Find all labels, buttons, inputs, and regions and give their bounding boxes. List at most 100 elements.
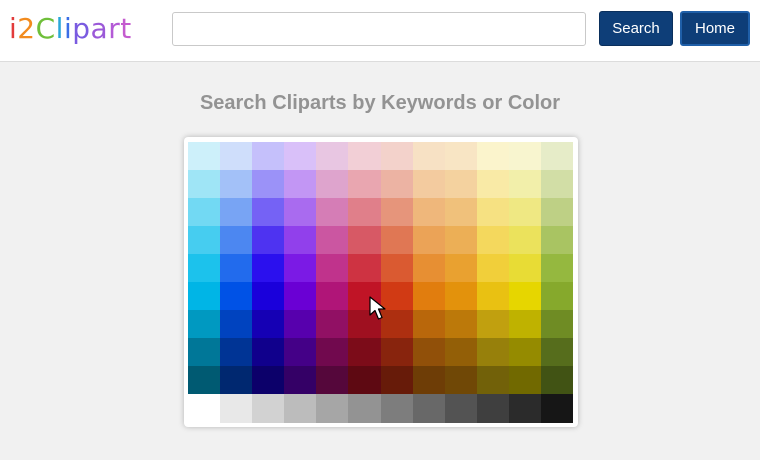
color-swatch[interactable]	[316, 142, 349, 171]
color-swatch[interactable]	[412, 282, 446, 311]
color-swatch[interactable]	[220, 310, 253, 339]
color-swatch[interactable]	[348, 366, 381, 395]
color-swatch[interactable]	[284, 198, 317, 227]
color-swatch[interactable]	[540, 366, 574, 395]
color-swatch[interactable]	[412, 254, 446, 283]
color-swatch[interactable]	[348, 394, 381, 423]
color-swatch[interactable]	[188, 310, 221, 339]
color-swatch[interactable]	[316, 282, 349, 311]
color-swatch[interactable]	[348, 226, 381, 255]
color-swatch[interactable]	[252, 394, 285, 423]
color-swatch[interactable]	[316, 310, 349, 339]
color-swatch[interactable]	[380, 170, 414, 199]
color-swatch[interactable]	[284, 226, 317, 255]
home-button[interactable]: Home	[680, 11, 750, 46]
color-swatch[interactable]	[252, 310, 285, 339]
color-swatch[interactable]	[252, 142, 285, 171]
color-swatch[interactable]	[188, 198, 221, 227]
color-swatch[interactable]	[188, 282, 221, 311]
color-swatch[interactable]	[540, 142, 574, 171]
color-swatch[interactable]	[508, 170, 542, 199]
color-swatch[interactable]	[188, 142, 221, 171]
color-swatch[interactable]	[316, 170, 349, 199]
color-swatch[interactable]	[348, 338, 381, 367]
color-swatch[interactable]	[316, 338, 349, 367]
color-swatch[interactable]	[348, 254, 381, 283]
color-swatch[interactable]	[380, 254, 414, 283]
color-swatch[interactable]	[540, 170, 574, 199]
color-swatch[interactable]	[476, 254, 510, 283]
color-swatch[interactable]	[380, 198, 414, 227]
color-swatch[interactable]	[220, 142, 253, 171]
color-swatch[interactable]	[508, 338, 542, 367]
color-swatch[interactable]	[284, 142, 317, 171]
color-swatch[interactable]	[252, 170, 285, 199]
color-swatch[interactable]	[508, 394, 542, 423]
color-swatch[interactable]	[508, 198, 542, 227]
color-swatch[interactable]	[508, 226, 542, 255]
color-swatch[interactable]	[252, 282, 285, 311]
color-swatch[interactable]	[476, 338, 510, 367]
color-swatch[interactable]	[476, 310, 510, 339]
color-swatch[interactable]	[476, 142, 510, 171]
color-swatch[interactable]	[476, 198, 510, 227]
color-swatch[interactable]	[412, 394, 446, 423]
color-swatch[interactable]	[316, 254, 349, 283]
color-swatch[interactable]	[284, 366, 317, 395]
color-swatch[interactable]	[540, 394, 574, 423]
color-swatch[interactable]	[252, 254, 285, 283]
color-swatch[interactable]	[188, 226, 221, 255]
color-swatch[interactable]	[540, 338, 574, 367]
color-swatch[interactable]	[444, 282, 478, 311]
color-swatch[interactable]	[220, 394, 253, 423]
color-swatch[interactable]	[220, 254, 253, 283]
color-swatch[interactable]	[284, 394, 317, 423]
color-swatch[interactable]	[380, 142, 414, 171]
color-swatch[interactable]	[444, 310, 478, 339]
color-swatch[interactable]	[220, 338, 253, 367]
color-swatch[interactable]	[444, 226, 478, 255]
color-swatch[interactable]	[412, 198, 446, 227]
color-swatch[interactable]	[252, 366, 285, 395]
color-swatch[interactable]	[284, 282, 317, 311]
color-swatch[interactable]	[380, 366, 414, 395]
color-swatch[interactable]	[412, 226, 446, 255]
color-swatch[interactable]	[540, 254, 574, 283]
color-swatch[interactable]	[508, 366, 542, 395]
color-swatch[interactable]	[380, 394, 414, 423]
color-swatch[interactable]	[444, 366, 478, 395]
color-swatch[interactable]	[348, 170, 381, 199]
color-swatch[interactable]	[284, 170, 317, 199]
i2clipart-logo[interactable]: i2Clipart	[9, 12, 132, 46]
color-swatch[interactable]	[316, 226, 349, 255]
color-swatch[interactable]	[284, 310, 317, 339]
color-swatch[interactable]	[444, 254, 478, 283]
color-swatch[interactable]	[476, 394, 510, 423]
color-swatch[interactable]	[348, 142, 381, 171]
color-swatch[interactable]	[412, 338, 446, 367]
color-swatch[interactable]	[220, 226, 253, 255]
color-swatch[interactable]	[444, 394, 478, 423]
color-swatch[interactable]	[508, 282, 542, 311]
color-swatch[interactable]	[284, 254, 317, 283]
color-swatch[interactable]	[540, 282, 574, 311]
color-swatch[interactable]	[188, 366, 221, 395]
color-swatch[interactable]	[412, 170, 446, 199]
color-swatch[interactable]	[476, 226, 510, 255]
color-swatch[interactable]	[540, 198, 574, 227]
color-swatch[interactable]	[476, 282, 510, 311]
color-swatch[interactable]	[284, 338, 317, 367]
color-swatch[interactable]	[220, 198, 253, 227]
color-swatch[interactable]	[412, 142, 446, 171]
color-swatch[interactable]	[252, 198, 285, 227]
color-swatch[interactable]	[444, 170, 478, 199]
color-swatch[interactable]	[252, 226, 285, 255]
search-button[interactable]: Search	[599, 11, 673, 46]
color-swatch[interactable]	[316, 198, 349, 227]
color-swatch[interactable]	[188, 170, 221, 199]
search-input[interactable]	[172, 12, 586, 46]
color-swatch[interactable]	[412, 310, 446, 339]
color-swatch[interactable]	[444, 198, 478, 227]
color-swatch[interactable]	[316, 394, 349, 423]
color-swatch[interactable]	[412, 366, 446, 395]
